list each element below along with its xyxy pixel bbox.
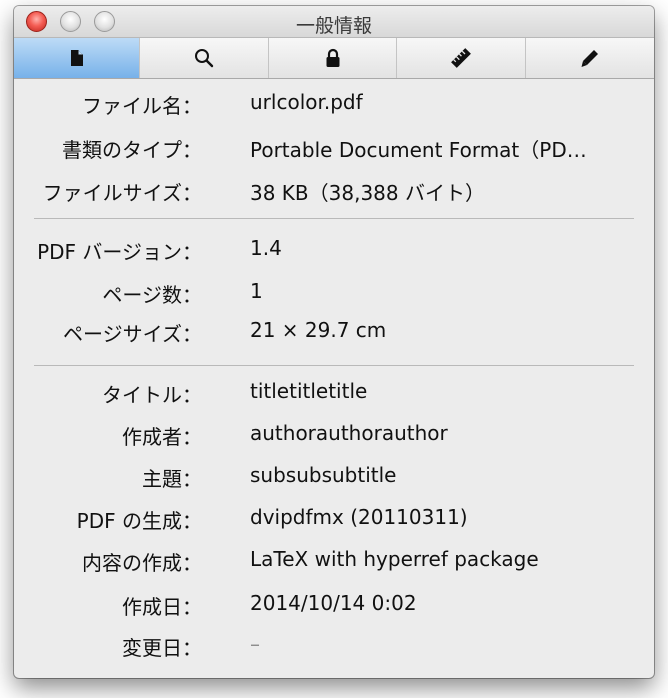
creator-label: 内容の作成：	[82, 551, 202, 575]
page-size-value: 21 × 29.7 cm	[250, 318, 387, 342]
info-row-version: PDF バージョン： 1.4	[14, 236, 654, 268]
inspector-toolbar	[14, 38, 654, 79]
document-type-value: Portable Document Format（PD…	[250, 138, 587, 162]
tab-ruler[interactable]	[396, 38, 525, 78]
pdf-version-value: 1.4	[250, 236, 282, 260]
subject-value: subsubsubtitle	[250, 463, 397, 487]
file-name-value: urlcolor.pdf	[250, 90, 363, 114]
document-type-label: 書類のタイプ：	[62, 138, 202, 162]
section-divider	[34, 365, 634, 366]
file-name-label: ファイル名：	[82, 94, 202, 118]
file-size-value: 38 KB（38,388 バイト）	[250, 181, 485, 205]
tab-search[interactable]	[139, 38, 268, 78]
page-count-label: ページ数：	[102, 283, 202, 307]
info-row-pages: ページ数： 1	[14, 279, 654, 311]
info-row-created: 作成日： 2014/10/14 0:02	[14, 591, 654, 623]
info-row-subject: 主題： subsubsubtitle	[14, 463, 654, 495]
creator-value: LaTeX with hyperref package	[250, 547, 539, 571]
info-row-creator: 内容の作成： LaTeX with hyperref package	[14, 547, 654, 579]
section-divider	[34, 218, 634, 219]
pen-icon	[581, 50, 598, 67]
info-row-title: タイトル： titletitletitle	[14, 379, 654, 411]
file-size-label: ファイルサイズ：	[42, 181, 202, 205]
author-value: authorauthorauthor	[250, 421, 448, 445]
info-row-author: 作成者： authorauthorauthor	[14, 421, 654, 453]
tab-annotate[interactable]	[525, 38, 654, 78]
inspector-window: 一般情報 ファイル名： urlcolor.pdf 書類のタイプ： Portabl…	[14, 6, 654, 678]
title-bar[interactable]: 一般情報	[14, 6, 654, 38]
info-row-producer: PDF の生成： dvipdfmx (20110311)	[14, 505, 654, 537]
tab-security[interactable]	[268, 38, 396, 78]
info-row-kind: 書類のタイプ： Portable Document Format（PD…	[14, 134, 654, 166]
title-label: タイトル：	[102, 383, 202, 407]
document-icon	[70, 50, 83, 66]
window-title: 一般情報	[295, 15, 372, 37]
magnifier-icon	[195, 49, 214, 68]
page-size-label: ページサイズ：	[63, 322, 202, 346]
pdf-version-label: PDF バージョン：	[37, 240, 202, 264]
ruler-icon	[451, 48, 471, 68]
producer-label: PDF の生成：	[76, 509, 202, 533]
title-value: titletitletitle	[250, 379, 368, 403]
tab-document[interactable]	[14, 38, 139, 78]
subject-label: 主題：	[142, 467, 202, 491]
modification-date-value: –	[250, 632, 260, 656]
info-row-name: ファイル名： urlcolor.pdf	[14, 90, 654, 122]
creation-date-value: 2014/10/14 0:02	[250, 591, 417, 615]
info-row-modified: 変更日： –	[14, 632, 654, 664]
modification-date-label: 変更日：	[122, 636, 202, 660]
page-count-value: 1	[250, 279, 263, 303]
lock-icon	[326, 48, 339, 67]
producer-value: dvipdfmx (20110311)	[250, 505, 468, 529]
info-row-size: ファイルサイズ： 38 KB（38,388 バイト）	[14, 177, 654, 209]
author-label: 作成者：	[122, 425, 202, 449]
info-row-page-size: ページサイズ： 21 × 29.7 cm	[14, 318, 654, 350]
creation-date-label: 作成日：	[122, 595, 202, 619]
